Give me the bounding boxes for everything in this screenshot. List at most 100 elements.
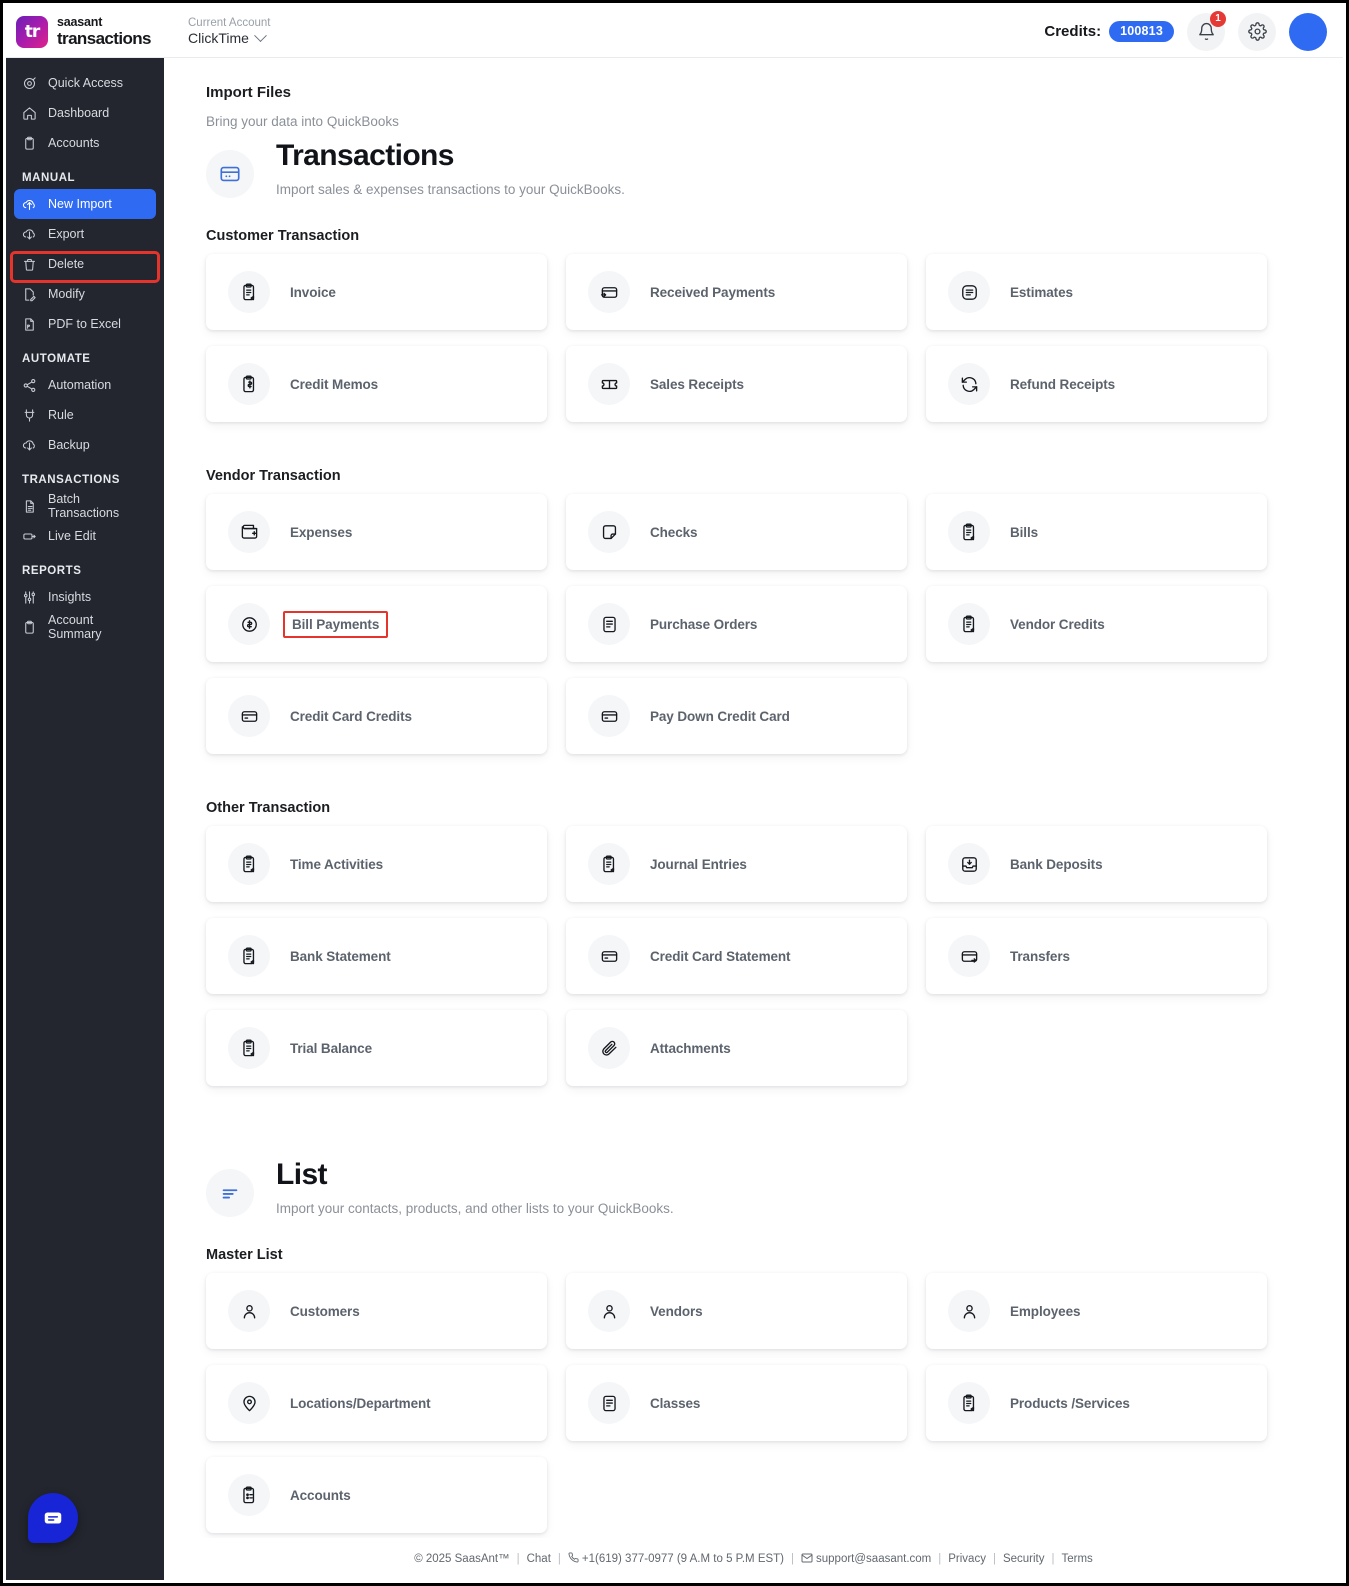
import-card-estimates[interactable]: Estimates [926, 254, 1267, 330]
import-card-bank-deposits[interactable]: Bank Deposits [926, 826, 1267, 902]
credits-value-badge[interactable]: 100813 [1109, 21, 1174, 42]
sidebar-item-label: Backup [48, 438, 90, 452]
footer-terms-link[interactable]: Terms [1062, 1553, 1093, 1565]
sidebar-item-delete[interactable]: Delete [14, 249, 156, 279]
sidebar-item-live-edit[interactable]: Live Edit [14, 521, 156, 551]
sidebar-item-accounts[interactable]: Accounts [14, 128, 156, 158]
import-card-credit-card-statement[interactable]: Credit Card Statement [566, 918, 907, 994]
import-card-pay-down-credit-card[interactable]: Pay Down Credit Card [566, 678, 907, 754]
import-card-time-activities[interactable]: Time Activities [206, 826, 547, 902]
import-card-vendor-credits[interactable]: Vendor Credits [926, 586, 1267, 662]
sidebar-item-label: Insights [48, 590, 92, 604]
sliders-icon [22, 590, 37, 605]
import-card-expenses[interactable]: Expenses [206, 494, 547, 570]
sidebar-item-new-import[interactable]: New Import [14, 189, 156, 219]
inbox-down-icon [948, 843, 990, 885]
footer-copyright: © 2025 SaasAnt™ [414, 1553, 510, 1565]
user-avatar[interactable] [1289, 12, 1327, 51]
import-card-label: Bill Payments [283, 610, 389, 638]
import-card-label: Locations/Department [290, 1395, 431, 1411]
ticket-icon [588, 363, 630, 405]
sidebar-item-label: PDF to Excel [48, 317, 121, 331]
credits-label: Credits: [1044, 23, 1102, 40]
account-switcher-label: Current Account [188, 16, 271, 29]
doc-lines-icon [588, 603, 630, 645]
list-hero-description: Import your contacts, products, and othe… [276, 1200, 674, 1216]
import-card-label: Bank Deposits [1010, 856, 1103, 872]
sidebar-item-batch-transactions[interactable]: Batch Transactions [14, 491, 156, 521]
sidebar-item-label: Automation [48, 378, 112, 392]
import-card-accounts[interactable]: Accounts [206, 1457, 547, 1533]
import-card-classes[interactable]: Classes [566, 1365, 907, 1441]
empty-slot [926, 1457, 1267, 1533]
import-card-received-payments[interactable]: Received Payments [566, 254, 907, 330]
check-note-icon [588, 511, 630, 553]
chat-support-button[interactable] [28, 1493, 78, 1543]
account-switcher[interactable]: Current Account ClickTime [188, 17, 270, 46]
footer-privacy-link[interactable]: Privacy [948, 1553, 986, 1565]
card-grid: Time Activities Journal Entries Bank Depos… [206, 826, 1267, 1102]
import-card-attachments[interactable]: Attachments [566, 1010, 907, 1086]
import-card-bank-statement[interactable]: Bank Statement [206, 918, 547, 994]
import-card-transfers[interactable]: Transfers [926, 918, 1267, 994]
upload-cloud-icon [22, 197, 37, 212]
sidebar-item-insights[interactable]: Insights [14, 582, 156, 612]
import-card-label: Refund Receipts [1010, 376, 1116, 392]
card-grid: Customers Vendors Employees Locations/Depar… [206, 1273, 1267, 1549]
import-card-locations-department[interactable]: Locations/Department [206, 1365, 547, 1441]
footer-phone[interactable]: +1(619) 377-0977 (9 A.M to 5 P.M EST) [582, 1553, 784, 1565]
sidebar-item-quick-access[interactable]: Quick Access [14, 68, 156, 98]
target-icon [22, 76, 37, 91]
import-card-credit-card-credits[interactable]: Credit Card Credits [206, 678, 547, 754]
import-card-trial-balance[interactable]: Trial Balance [206, 1010, 547, 1086]
import-card-label: Credit Card Statement [650, 948, 791, 964]
sidebar-item-rule[interactable]: Rule [14, 400, 156, 430]
import-card-checks[interactable]: Checks [566, 494, 907, 570]
import-card-label: Accounts [290, 1487, 351, 1503]
import-card-credit-memos[interactable]: Credit Memos [206, 346, 547, 422]
trash-icon [22, 257, 37, 272]
import-card-products-services[interactable]: Products /Services [926, 1365, 1267, 1441]
brand-name-top: saasant [57, 15, 103, 30]
import-card-label: Bills [1010, 524, 1039, 540]
footer-email[interactable]: support@saasant.com [816, 1553, 931, 1565]
footer-security-link[interactable]: Security [1003, 1553, 1045, 1565]
import-card-refund-receipts[interactable]: Refund Receipts [926, 346, 1267, 422]
card-icon [588, 695, 630, 737]
notifications-button[interactable]: 1 [1187, 10, 1226, 51]
import-card-label: Products /Services [1010, 1395, 1130, 1411]
sidebar-item-pdf-to-excel[interactable]: PDF to Excel [14, 309, 156, 339]
sidebar-group-title: AUTOMATE [22, 353, 91, 365]
brand-logo-area[interactable]: tr saasant transactions [6, 15, 174, 48]
sidebar-item-dashboard[interactable]: Dashboard [14, 98, 156, 128]
card-grid: Invoice Received Payments Estimates Credit … [206, 254, 1267, 438]
import-card-bills[interactable]: Bills [926, 494, 1267, 570]
import-card-bill-payments[interactable]: Bill Payments [206, 586, 547, 662]
sidebar-item-backup[interactable]: Backup [14, 430, 156, 460]
sidebar-item-label: Rule [48, 408, 74, 422]
import-card-purchase-orders[interactable]: Purchase Orders [566, 586, 907, 662]
import-card-sales-receipts[interactable]: Sales Receipts [566, 346, 907, 422]
footer-chat-link[interactable]: Chat [527, 1553, 551, 1565]
empty-slot [926, 678, 1267, 754]
sidebar-item-automation[interactable]: Automation [14, 370, 156, 400]
saasant-logo-icon: tr [16, 15, 48, 48]
import-card-label: Credit Memos [290, 376, 379, 392]
sidebar-item-account-summary[interactable]: Account Summary [14, 612, 156, 642]
import-card-label: Time Activities [290, 856, 384, 872]
import-card-invoice[interactable]: Invoice [206, 254, 547, 330]
sidebar-item-modify[interactable]: Modify [14, 279, 156, 309]
card-icon [228, 695, 270, 737]
import-card-label: Journal Entries [650, 856, 747, 872]
import-card-label: Credit Card Credits [290, 708, 412, 724]
import-card-vendors[interactable]: Vendors [566, 1273, 907, 1349]
import-card-customers[interactable]: Customers [206, 1273, 547, 1349]
brand-name-bottom: transactions [57, 28, 151, 48]
card-in-icon [588, 271, 630, 313]
settings-button[interactable] [1238, 12, 1276, 51]
import-card-employees[interactable]: Employees [926, 1273, 1267, 1349]
sidebar-item-export[interactable]: Export [14, 219, 156, 249]
doc-lines-circle-icon [948, 271, 990, 313]
transactions-hero: Transactions Import sales & expenses tra… [206, 139, 1267, 198]
import-card-journal-entries[interactable]: Journal Entries [566, 826, 907, 902]
